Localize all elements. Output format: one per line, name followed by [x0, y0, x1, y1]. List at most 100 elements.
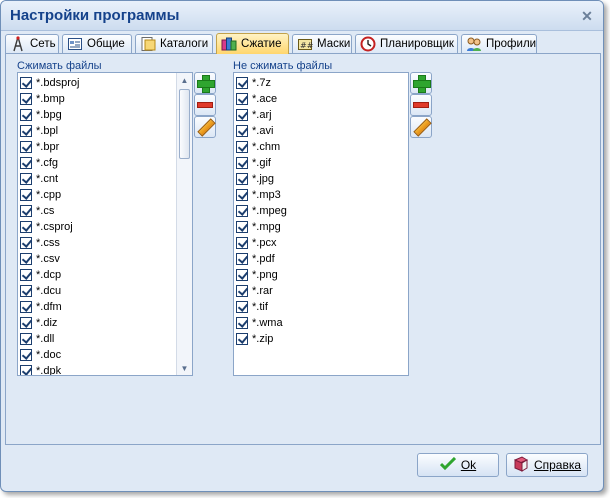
compress-list-item[interactable]: *.dpk	[20, 363, 61, 375]
no-compress-list-item[interactable]: *.png	[236, 267, 278, 283]
compress-list-item[interactable]: *.cpp	[20, 187, 61, 203]
checkbox[interactable]	[236, 77, 248, 89]
checkbox[interactable]	[236, 269, 248, 281]
compress-list-item[interactable]: *.dll	[20, 331, 54, 347]
checkbox[interactable]	[20, 253, 32, 265]
checkbox[interactable]	[20, 285, 32, 297]
tab-label: Каталоги	[160, 38, 209, 50]
no-compress-list-item[interactable]: *.wma	[236, 315, 283, 331]
compress-list-item[interactable]: *.doc	[20, 347, 61, 363]
compress-list-item[interactable]: *.css	[20, 235, 60, 251]
compress-list-item[interactable]: *.csv	[20, 251, 60, 267]
no-compress-list-item[interactable]: *.avi	[236, 123, 273, 139]
file-mask-label: *.pdf	[252, 253, 275, 265]
no-compress-list-item[interactable]: *.gif	[236, 155, 271, 171]
edit-compress-button[interactable]	[194, 116, 216, 138]
checkbox[interactable]	[236, 125, 248, 137]
tab-scheduler[interactable]: Планировщик	[355, 34, 458, 53]
file-mask-label: *.gif	[252, 157, 271, 169]
no-compress-list-item[interactable]: *.chm	[236, 139, 280, 155]
no-compress-list-item[interactable]: *.pcx	[236, 235, 276, 251]
compress-list-item[interactable]: *.dcu	[20, 283, 61, 299]
checkbox[interactable]	[20, 317, 32, 329]
checkbox[interactable]	[236, 93, 248, 105]
checkbox[interactable]	[20, 77, 32, 89]
add-compress-button[interactable]	[194, 72, 216, 94]
compress-list-item[interactable]: *.diz	[20, 315, 57, 331]
tab-folders[interactable]: Каталоги	[135, 34, 213, 53]
checkbox[interactable]	[236, 205, 248, 217]
checkbox[interactable]	[20, 173, 32, 185]
no-compress-list-item[interactable]: *.ace	[236, 91, 277, 107]
no-compress-list-item[interactable]: *.jpg	[236, 171, 274, 187]
tab-label: Сжатие	[241, 38, 282, 50]
compress-list-item[interactable]: *.bdsproj	[20, 75, 79, 91]
checkbox[interactable]	[20, 93, 32, 105]
tab-general[interactable]: Общие	[62, 34, 132, 53]
checkbox[interactable]	[236, 253, 248, 265]
remove-no-compress-button[interactable]	[410, 94, 432, 116]
checkbox[interactable]	[20, 221, 32, 233]
checkbox[interactable]	[236, 141, 248, 153]
no-compress-list-item[interactable]: *.pdf	[236, 251, 275, 267]
scroll-up-button[interactable]: ▲	[177, 73, 192, 87]
no-compress-list-item[interactable]: *.mpeg	[236, 203, 287, 219]
checkbox[interactable]	[20, 237, 32, 249]
checkbox[interactable]	[20, 189, 32, 201]
compress-list-item[interactable]: *.bmp	[20, 91, 65, 107]
checkbox[interactable]	[236, 173, 248, 185]
edit-no-compress-button[interactable]	[410, 116, 432, 138]
compress-list-item[interactable]: *.bpg	[20, 107, 62, 123]
add-no-compress-button[interactable]	[410, 72, 432, 94]
compress-list-item[interactable]: *.cnt	[20, 171, 58, 187]
compress-list-scrollbar[interactable]: ▲ ▼	[176, 73, 192, 375]
tab-compression[interactable]: Сжатие	[216, 33, 289, 54]
no-compress-list-item[interactable]: *.tif	[236, 299, 268, 315]
checkbox[interactable]	[236, 333, 248, 345]
help-button[interactable]: Справка	[506, 453, 588, 477]
checkbox[interactable]	[20, 365, 32, 375]
compress-files-list[interactable]: ▲ ▼ *.bdsproj *.bmp *.bpg *.bpl *.bpr *.cfg *.…	[17, 72, 193, 376]
compress-list-item[interactable]: *.cs	[20, 203, 54, 219]
checkbox[interactable]	[20, 141, 32, 153]
no-compress-list-item[interactable]: *.7z	[236, 75, 271, 91]
remove-compress-button[interactable]	[194, 94, 216, 116]
checkbox[interactable]	[20, 157, 32, 169]
no-compress-list-item[interactable]: *.arj	[236, 107, 272, 123]
compress-list-item[interactable]: *.bpl	[20, 123, 58, 139]
tab-network[interactable]: Сеть	[5, 34, 59, 53]
checkbox[interactable]	[236, 317, 248, 329]
scroll-thumb[interactable]	[179, 89, 190, 159]
checkbox[interactable]	[236, 189, 248, 201]
checkbox[interactable]	[20, 205, 32, 217]
file-mask-label: *.mpeg	[252, 205, 287, 217]
tab-masks[interactable]: ## Маски	[292, 34, 352, 53]
no-compress-list-item[interactable]: *.mp3	[236, 187, 281, 203]
checkbox[interactable]	[236, 109, 248, 121]
scroll-down-button[interactable]: ▼	[177, 361, 192, 375]
ok-button[interactable]: Ok	[417, 453, 499, 477]
tab-profiles[interactable]: Профили	[461, 34, 537, 53]
checkbox[interactable]	[20, 349, 32, 361]
compress-list-item[interactable]: *.csproj	[20, 219, 73, 235]
no-compress-list-item[interactable]: *.rar	[236, 283, 273, 299]
no-compress-list-item[interactable]: *.mpg	[236, 219, 281, 235]
no-compress-files-list[interactable]: *.7z *.ace *.arj *.avi *.chm *.gif *.jpg *.mp3 *…	[233, 72, 409, 376]
no-compress-list-item[interactable]: *.zip	[236, 331, 273, 347]
checkbox[interactable]	[20, 125, 32, 137]
compress-list-item[interactable]: *.bpr	[20, 139, 59, 155]
checkbox[interactable]	[20, 301, 32, 313]
checkbox[interactable]	[236, 237, 248, 249]
checkbox[interactable]	[236, 221, 248, 233]
compress-list-item[interactable]: *.dcp	[20, 267, 61, 283]
checkbox[interactable]	[236, 157, 248, 169]
checkbox[interactable]	[20, 109, 32, 121]
checkbox[interactable]	[20, 269, 32, 281]
compress-list-item[interactable]: *.dfm	[20, 299, 62, 315]
checkbox[interactable]	[20, 333, 32, 345]
close-button[interactable]: ✕	[579, 8, 595, 24]
checkbox[interactable]	[236, 285, 248, 297]
title-bar: Настройки программы ✕	[1, 1, 603, 31]
checkbox[interactable]	[236, 301, 248, 313]
compress-list-item[interactable]: *.cfg	[20, 155, 58, 171]
